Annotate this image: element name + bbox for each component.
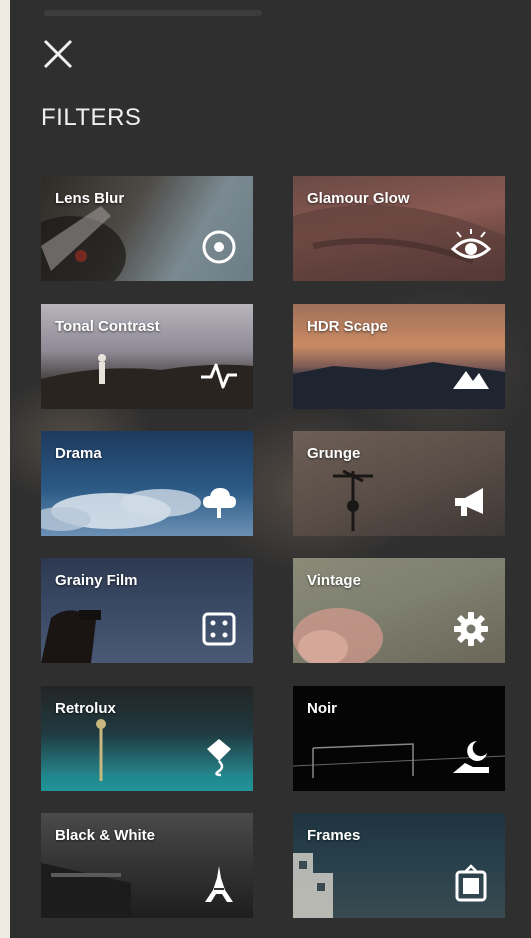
filters-panel: FILTERS Lens Blur Glamour Glow Tonal Con…	[10, 0, 531, 938]
balloon-icon	[207, 739, 231, 777]
dice-icon	[202, 612, 236, 646]
filter-tile-vintage[interactable]: Vintage	[293, 558, 505, 663]
frame-icon	[455, 864, 487, 902]
filter-label: Glamour Glow	[307, 190, 410, 207]
filter-tile-lens-blur[interactable]: Lens Blur	[41, 176, 253, 281]
filter-tile-glamour-glow[interactable]: Glamour Glow	[293, 176, 505, 281]
filter-tile-drama[interactable]: Drama	[41, 431, 253, 536]
filter-tile-frames[interactable]: Frames	[293, 813, 505, 918]
page-title: FILTERS	[41, 104, 142, 131]
cloud-icon	[203, 488, 236, 518]
filter-tile-retrolux[interactable]: Retrolux	[41, 686, 253, 791]
filter-label: Retrolux	[55, 700, 116, 717]
filter-label: Grunge	[307, 445, 361, 462]
filter-tile-black-white[interactable]: Black & White	[41, 813, 253, 918]
megaphone-icon	[455, 488, 483, 516]
target-icon	[202, 230, 236, 264]
pulse-icon	[201, 363, 237, 389]
close-icon	[43, 39, 73, 69]
close-button[interactable]	[40, 36, 76, 72]
filter-tile-noir[interactable]: Noir	[293, 686, 505, 791]
filter-tile-tonal-contrast[interactable]: Tonal Contrast	[41, 304, 253, 409]
filter-label: Noir	[307, 700, 337, 717]
filter-label: Vintage	[307, 572, 361, 589]
filter-tile-grunge[interactable]: Grunge	[293, 431, 505, 536]
moon-icon	[453, 741, 489, 773]
filter-tile-grainy-film[interactable]: Grainy Film	[41, 558, 253, 663]
filter-label: Grainy Film	[55, 572, 138, 589]
gear-icon	[454, 612, 488, 646]
filter-label: Lens Blur	[55, 190, 125, 207]
filter-label: Black & White	[55, 827, 156, 844]
mountains-icon	[453, 371, 489, 389]
filter-tile-hdr-scape[interactable]: HDR Scape	[293, 304, 505, 409]
filter-label: Tonal Contrast	[55, 318, 160, 335]
filter-label: HDR Scape	[307, 318, 388, 335]
filter-label: Frames	[307, 827, 361, 844]
eiffel-tower-icon	[205, 866, 233, 902]
eye-icon	[451, 229, 491, 259]
drag-handle[interactable]	[44, 10, 262, 16]
filter-label: Drama	[55, 445, 102, 462]
